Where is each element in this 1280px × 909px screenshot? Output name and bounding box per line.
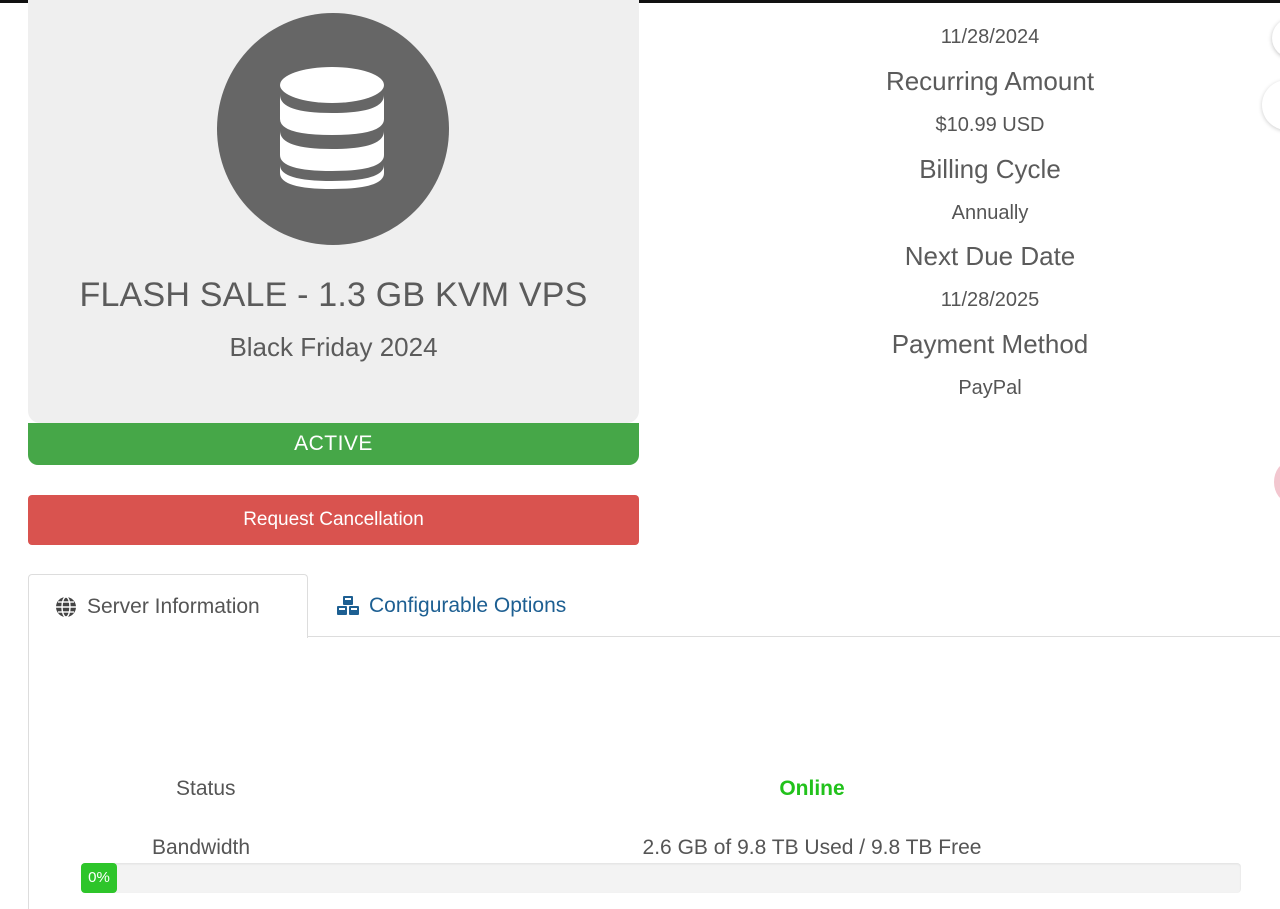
tab-panel-border [28,637,29,909]
floating-button-edge[interactable] [1262,80,1280,130]
status-badge: ACTIVE [28,423,639,465]
floating-button-edge[interactable] [1272,18,1280,58]
server-status-value: Online [779,777,845,800]
payment-method-value: PayPal [958,377,1022,399]
product-icon-circle [217,13,449,245]
tab-label: Server Information [87,594,260,618]
product-name: FLASH SALE - 1.3 GB KVM VPS [79,276,588,314]
tab-configurable-options[interactable]: Configurable Options [336,588,566,624]
tabs-divider [307,636,1280,637]
globe-icon [55,595,77,618]
bandwidth-progress-fill: 0% [81,863,117,893]
bandwidth-value: 2.6 GB of 9.8 TB Used / 9.8 TB Free [642,836,982,859]
billing-cycle-label: Billing Cycle [919,154,1061,184]
product-group: Black Friday 2024 [229,332,438,362]
payment-method-label: Payment Method [891,329,1089,359]
billing-cycle-value: Annually [951,202,1029,224]
chat-widget-edge[interactable] [1274,462,1280,502]
recurring-amount-label: Recurring Amount [885,66,1095,96]
next-due-date-value: 11/28/2025 [940,289,1040,311]
recurring-amount-value: $10.99 USD [935,114,1045,136]
bandwidth-progress-bar: 0% [81,863,1241,893]
product-card: FLASH SALE - 1.3 GB KVM VPS Black Friday… [28,0,639,423]
bandwidth-label: Bandwidth [152,836,251,859]
tab-server-information[interactable]: Server Information [28,574,308,638]
cubes-icon [336,595,360,617]
registration-date-value: 11/28/2024 [940,26,1040,48]
request-cancellation-button[interactable]: Request Cancellation [28,495,639,545]
status-label: Status [176,777,236,800]
database-icon [280,67,384,189]
tab-label: Configurable Options [369,594,567,617]
next-due-date-label: Next Due Date [904,241,1076,271]
